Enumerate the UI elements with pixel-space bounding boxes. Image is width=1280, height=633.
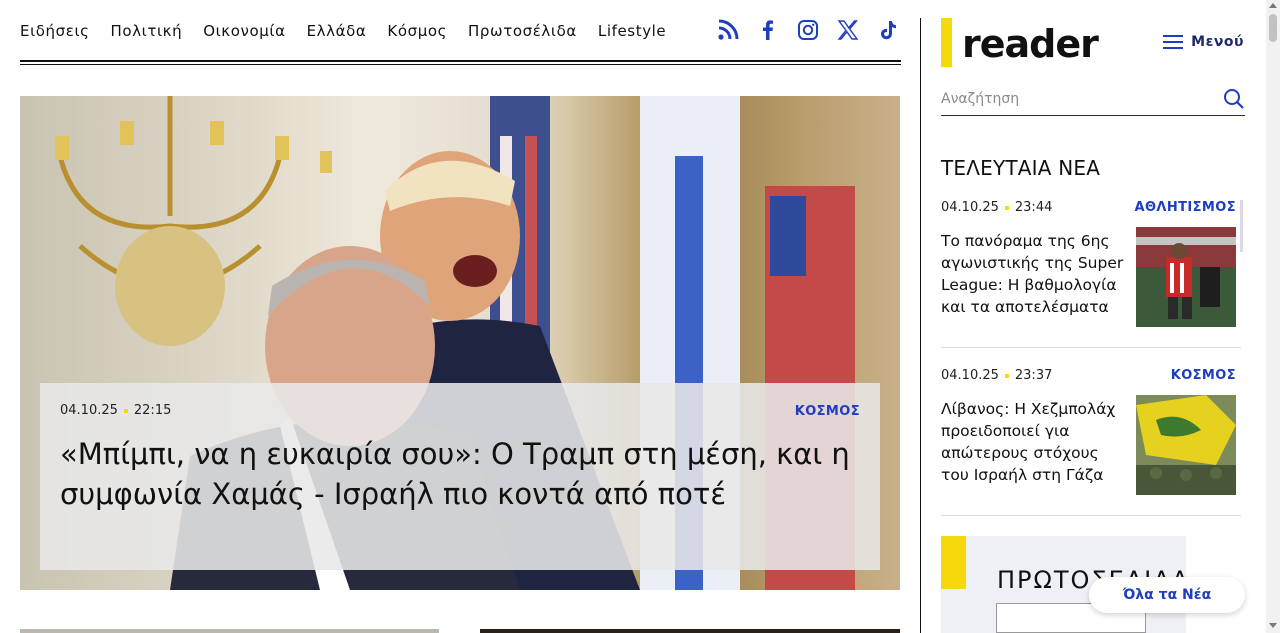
scroll-up-icon[interactable] (1269, 3, 1277, 8)
news-thumbnail[interactable] (1136, 395, 1236, 495)
header-divider (20, 60, 901, 62)
frontpages-accent (941, 536, 966, 589)
news-category[interactable]: ΑΘΛΗΤΙΣΜΟΣ (1134, 200, 1236, 215)
page-scrollbar[interactable] (1266, 0, 1280, 633)
scroll-down-icon[interactable] (1269, 623, 1277, 628)
nav-links: Ειδήσεις Πολιτική Οικονομία Ελλάδα Κόσμο… (20, 22, 687, 40)
facebook-icon[interactable] (756, 18, 780, 42)
news-time: 23:37 (1014, 368, 1053, 383)
article-thumb-peek[interactable] (20, 629, 439, 633)
article-thumb-peek[interactable] (480, 629, 900, 633)
search-input[interactable] (941, 86, 1211, 112)
sidebar-divider (920, 155, 921, 633)
news-title[interactable]: Λίβανος: Η Χεζμπολάχ προειδοποιεί για απ… (941, 398, 1126, 486)
menu-label: Μενού (1191, 34, 1244, 50)
menu-button[interactable]: Μενού (1163, 34, 1244, 50)
news-item[interactable]: 04.10.25 23:37 ΚΟΣΜΟΣ Λίβανος: Η Χεζμπολ… (941, 368, 1241, 516)
hamburger-icon (1163, 35, 1184, 49)
page: Ειδήσεις Πολιτική Οικονομία Ελλάδα Κόσμο… (0, 0, 1280, 633)
logo-text: reader (962, 22, 1099, 66)
latest-news-heading: ΤΕΛΕΥΤΑΙΑ ΝΕΑ (941, 156, 1101, 180)
hero-title[interactable]: «Μπίμπι, να η ευκαιρία σου»: Ο Τραμπ στη… (60, 434, 860, 514)
hero-meta: 04.10.25 22:15 (60, 403, 860, 418)
news-date: 04.10.25 (941, 368, 999, 383)
logo-mark (941, 18, 952, 67)
x-icon[interactable] (836, 18, 860, 42)
hero-category[interactable]: ΚΟΣΜΟΣ (795, 404, 860, 419)
site-logo[interactable]: reader (941, 18, 1099, 67)
all-news-button[interactable]: Όλα τα Νέα (1089, 577, 1245, 613)
nav-item-greece[interactable]: Ελλάδα (307, 22, 367, 40)
meta-separator (1004, 373, 1009, 378)
news-time: 23:44 (1014, 200, 1053, 215)
news-category[interactable]: ΚΟΣΜΟΣ (1171, 368, 1236, 383)
hero-date: 04.10.25 (60, 403, 118, 418)
nav-item-economy[interactable]: Οικονομία (203, 22, 285, 40)
news-separator (941, 347, 1241, 348)
sidebar-divider (920, 18, 921, 155)
search-bar (941, 86, 1245, 116)
instagram-icon[interactable] (796, 18, 820, 42)
top-navigation: Ειδήσεις Πολιτική Οικονομία Ελλάδα Κόσμο… (20, 18, 900, 44)
news-date: 04.10.25 (941, 200, 999, 215)
scrollbar-thumb[interactable] (1269, 14, 1277, 42)
hero-article[interactable]: 04.10.25 22:15 ΚΟΣΜΟΣ «Μπίμπι, να η ευκα… (20, 96, 900, 590)
social-links (716, 18, 900, 42)
news-separator (941, 515, 1241, 516)
tiktok-icon[interactable] (876, 18, 900, 42)
meta-separator (123, 408, 128, 413)
nav-item-world[interactable]: Κόσμος (387, 22, 447, 40)
rss-icon[interactable] (716, 18, 740, 42)
header-divider-thin (20, 64, 901, 65)
news-item[interactable]: 04.10.25 23:44 ΑΘΛΗΤΙΣΜΟΣ Το πανόραμα τη… (941, 200, 1241, 348)
nav-item-news[interactable]: Ειδήσεις (20, 22, 90, 40)
nav-item-lifestyle[interactable]: Lifestyle (598, 22, 666, 40)
search-icon[interactable] (1223, 88, 1245, 114)
nav-item-politics[interactable]: Πολιτική (111, 22, 183, 40)
hero-card: 04.10.25 22:15 ΚΟΣΜΟΣ «Μπίμπι, να η ευκα… (40, 383, 880, 570)
nav-item-frontpages[interactable]: Πρωτοσέλιδα (468, 22, 577, 40)
news-title[interactable]: Το πανόραμα της 6ης αγωνιστικής της Supe… (941, 230, 1126, 318)
news-thumbnail[interactable] (1136, 227, 1236, 327)
hero-time: 22:15 (133, 403, 172, 418)
news-scroll-indicator[interactable] (1240, 200, 1243, 252)
meta-separator (1004, 205, 1009, 210)
